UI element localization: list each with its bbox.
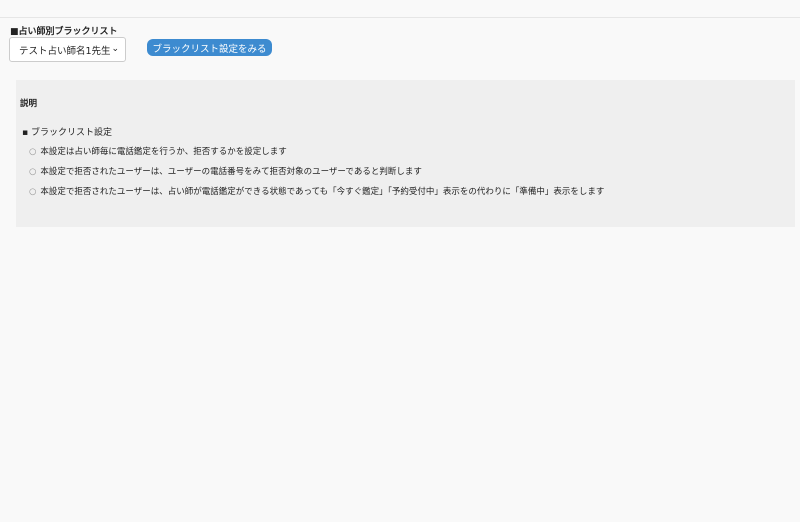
sub-list-item: ○本設定で拒否されたユーザーは、ユーザーの電話番号をみて拒否対象のユーザーである… [29,165,422,177]
view-blacklist-button[interactable]: ブラックリスト設定をみる [147,39,272,56]
list-item: ▪ ブラックリスト設定 [22,125,112,138]
sub-list-item: ○本設定で拒否されたユーザーは、占い師が電話鑑定ができる状態であっても「今すぐ鑑… [29,185,604,197]
section-title: ■占い師別ブラックリスト [10,24,118,37]
sub-item-text: 本設定で拒否されたユーザーは、占い師が電話鑑定ができる状態であっても「今すぐ鑑定… [40,187,604,197]
explanation-heading: 説明 [20,97,37,109]
chevron-down-icon: ⌄ [111,44,119,54]
sub-item-text: 本設定は占い師毎に電話鑑定を行うか、拒否するかを設定します [40,147,286,157]
header-divider [0,17,800,18]
fortune-teller-select[interactable]: テスト占い師名1先生 ⌄ [9,37,126,62]
sub-list-item: ○本設定は占い師毎に電話鑑定を行うか、拒否するかを設定します [29,145,287,157]
select-value: テスト占い師名1先生 [19,43,111,57]
sub-item-text: 本設定で拒否されたユーザーは、ユーザーの電話番号をみて拒否対象のユーザーであると… [40,167,421,177]
list-item-label: ブラックリスト設定 [31,128,112,138]
explanation-panel: 説明 ▪ ブラックリスト設定 ○本設定は占い師毎に電話鑑定を行うか、拒否するかを… [16,80,795,227]
